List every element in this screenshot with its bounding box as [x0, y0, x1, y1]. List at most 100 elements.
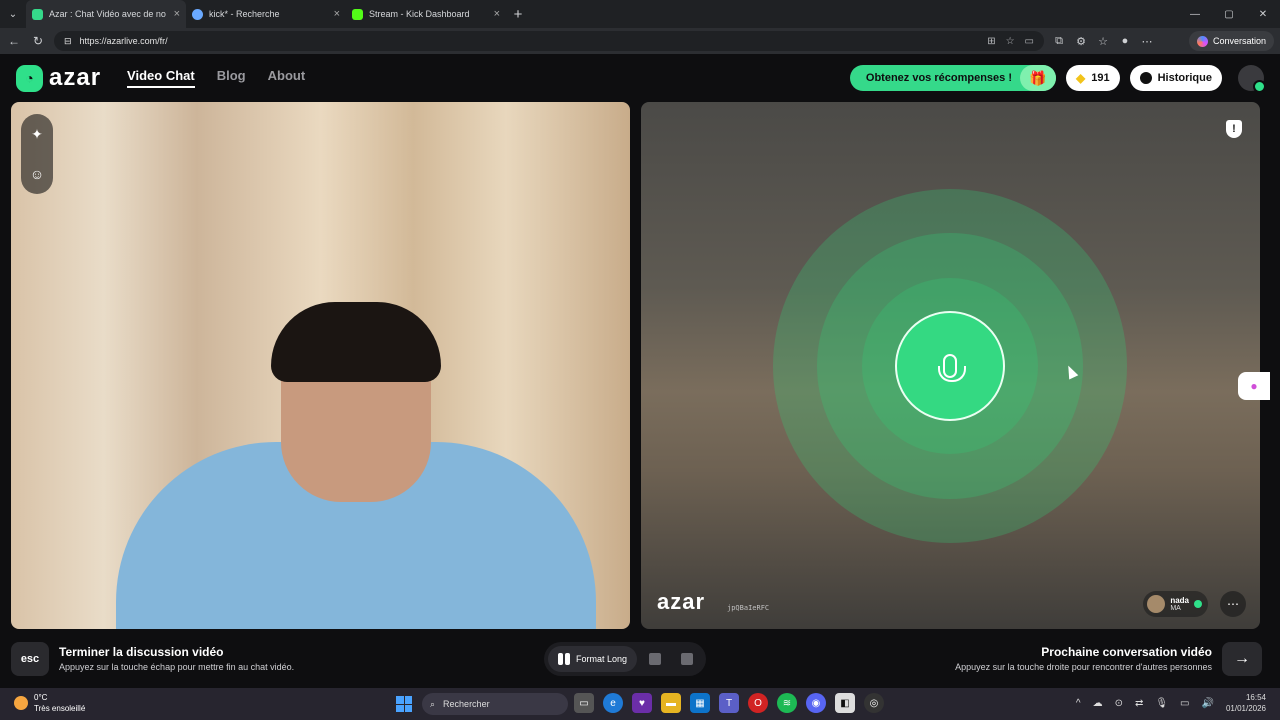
microphone-icon: [895, 311, 1005, 421]
file-explorer-icon[interactable]: ▬: [661, 693, 681, 713]
avatar: [1147, 595, 1166, 613]
extensions-icon[interactable]: ⧉: [1052, 35, 1066, 48]
stacked-layout-icon: [649, 653, 662, 665]
rewards-button[interactable]: Obtenez vos récompenses ! 🎁: [849, 65, 1056, 91]
gems-button[interactable]: ◆ 191: [1066, 65, 1120, 91]
main-nav: Video Chat Blog About: [127, 68, 327, 88]
display-icon[interactable]: ▭: [1180, 698, 1189, 709]
minimize-icon[interactable]: —: [1178, 9, 1212, 20]
spotify-icon[interactable]: ≋: [777, 693, 797, 713]
history-button[interactable]: Historique: [1129, 65, 1222, 91]
more-menu-icon[interactable]: ⋯: [1140, 35, 1154, 48]
esc-button[interactable]: esc: [11, 642, 49, 676]
close-tab-icon[interactable]: ×: [334, 8, 340, 20]
next-chat-title: Prochaine conversation vidéo: [1041, 645, 1212, 659]
gems-count: 191: [1091, 72, 1110, 84]
remote-user-name: nada: [1170, 596, 1189, 605]
face-filter-icon[interactable]: ☺: [30, 166, 44, 182]
tab-kick[interactable]: Stream - Kick Dashboard ×: [346, 0, 506, 28]
search-icon: ⌕: [430, 698, 436, 709]
close-tab-icon[interactable]: ×: [494, 8, 500, 20]
show-hidden-icon[interactable]: ^: [1076, 698, 1081, 709]
taskbar-search[interactable]: ⌕ Rechercher: [422, 693, 568, 715]
favorites-icon[interactable]: ☆: [1096, 35, 1110, 48]
maximize-icon[interactable]: ▢: [1212, 9, 1246, 20]
store-icon[interactable]: ▦: [690, 693, 710, 713]
system-tray: ^ ☁ ⊙ ⇄ 🎙 ▭ 🔊 16:54 01/01/2026: [1076, 692, 1266, 714]
capcut-icon[interactable]: ◧: [835, 693, 855, 713]
conversation-button[interactable]: Conversation: [1188, 31, 1274, 51]
security-icon[interactable]: ⊙: [1115, 698, 1123, 709]
nav-video-chat[interactable]: Video Chat: [127, 68, 195, 88]
nav-blog[interactable]: Blog: [217, 68, 246, 88]
new-tab-plus-icon[interactable]: +: [506, 6, 530, 23]
discord-icon[interactable]: ◉: [806, 693, 826, 713]
history-label: Historique: [1157, 72, 1212, 84]
time: 16:54: [1245, 693, 1266, 702]
profile-icon[interactable]: ●: [1118, 35, 1132, 47]
profile-avatar[interactable]: [1238, 65, 1266, 93]
report-shield-icon[interactable]: !: [1226, 120, 1242, 138]
sync-icon[interactable]: ⇄: [1135, 698, 1143, 709]
format-switcher: Format Long: [544, 642, 706, 676]
tab-title: Stream - Kick Dashboard: [369, 9, 470, 19]
azar-logo[interactable]: ◔ azar: [16, 64, 101, 92]
microphone-tray-icon[interactable]: 🎙: [1155, 698, 1168, 709]
format-long-button[interactable]: Format Long: [548, 646, 638, 672]
teams-icon[interactable]: T: [719, 693, 739, 713]
weather-widget[interactable]: 0°C Très ensoleillé: [14, 692, 85, 714]
browser-tool-icon[interactable]: ⚙: [1074, 35, 1088, 48]
close-window-icon[interactable]: ✕: [1246, 9, 1280, 20]
gift-icon: 🎁: [1020, 65, 1056, 91]
camera-icon[interactable]: ▭: [1025, 36, 1034, 47]
close-tab-icon[interactable]: ×: [174, 8, 180, 20]
url-text: https://azarlive.com/fr/: [79, 36, 168, 46]
watermark-id: jpQBaIeRFC: [727, 604, 770, 612]
task-view-icon[interactable]: ▭: [574, 693, 594, 713]
azar-watermark: azar: [657, 589, 706, 614]
azar-logo-icon: ◔: [16, 64, 43, 92]
format-stacked-button[interactable]: [641, 646, 669, 672]
opera-icon[interactable]: O: [748, 693, 768, 713]
date: 01/01/2026: [1225, 704, 1266, 713]
windows-taskbar: 0°C Très ensoleillé ⌕ Rechercher ▭ e ♥ ▬…: [0, 688, 1280, 720]
edge-icon[interactable]: e: [603, 693, 623, 713]
app-install-icon[interactable]: ⊞: [987, 36, 995, 47]
temperature: 0°C: [34, 693, 48, 702]
next-arrow-button[interactable]: →: [1222, 642, 1262, 676]
back-arrow-icon[interactable]: ←: [6, 34, 22, 48]
chat-bubble-icon[interactable]: ⋯: [1220, 591, 1246, 617]
self-camera-person: [116, 302, 596, 629]
heart-app-icon[interactable]: ♥: [632, 693, 652, 713]
tab-menu-chevron-icon[interactable]: ⌄: [0, 0, 26, 28]
format-label: Format Long: [576, 654, 628, 664]
site-info-icon[interactable]: ⊟: [64, 36, 72, 47]
onedrive-icon[interactable]: ☁: [1093, 698, 1103, 709]
location-pin-icon[interactable]: ●: [1238, 372, 1270, 400]
clock-icon: [1139, 72, 1152, 84]
tab-search[interactable]: kick* - Recherche ×: [186, 0, 346, 28]
nav-about[interactable]: About: [268, 68, 306, 88]
chrome-icon[interactable]: ◎: [864, 693, 884, 713]
taskbar-clock[interactable]: 16:54 01/01/2026: [1226, 692, 1266, 714]
reload-icon[interactable]: ↻: [30, 34, 46, 48]
volume-icon[interactable]: 🔊: [1202, 698, 1214, 709]
windows-start-icon[interactable]: [396, 696, 412, 712]
url-field[interactable]: ⊟ https://azarlive.com/fr/ ⊞ ☆ ▭: [54, 31, 1044, 51]
tab-title: Azar : Chat Vidéo avec de no: [49, 9, 166, 19]
self-video: ✦ ☺: [11, 102, 630, 629]
end-chat-title: Terminer la discussion vidéo: [59, 645, 224, 659]
address-bar-row: ← ↻ ⊟ https://azarlive.com/fr/ ⊞ ☆ ▭ ⧉ ⚙…: [0, 28, 1280, 54]
remote-user-country: MA: [1170, 605, 1181, 612]
format-grid-button[interactable]: [673, 646, 701, 672]
favorite-star-icon[interactable]: ☆: [1006, 36, 1015, 47]
sun-icon: [14, 696, 28, 710]
sparkle-effects-icon[interactable]: ✦: [31, 126, 43, 143]
remote-user-chip[interactable]: nada MA: [1143, 591, 1208, 617]
rewards-label: Obtenez vos récompenses !: [865, 72, 1012, 84]
next-chat-subtitle: Appuyez sur la touche droite pour rencon…: [955, 662, 1212, 672]
tab-azar[interactable]: Azar : Chat Vidéo avec de no ×: [26, 0, 186, 28]
search-placeholder: Rechercher: [443, 699, 490, 709]
logo-text: azar: [49, 64, 102, 91]
effects-toolbar: ✦ ☺: [21, 114, 53, 194]
